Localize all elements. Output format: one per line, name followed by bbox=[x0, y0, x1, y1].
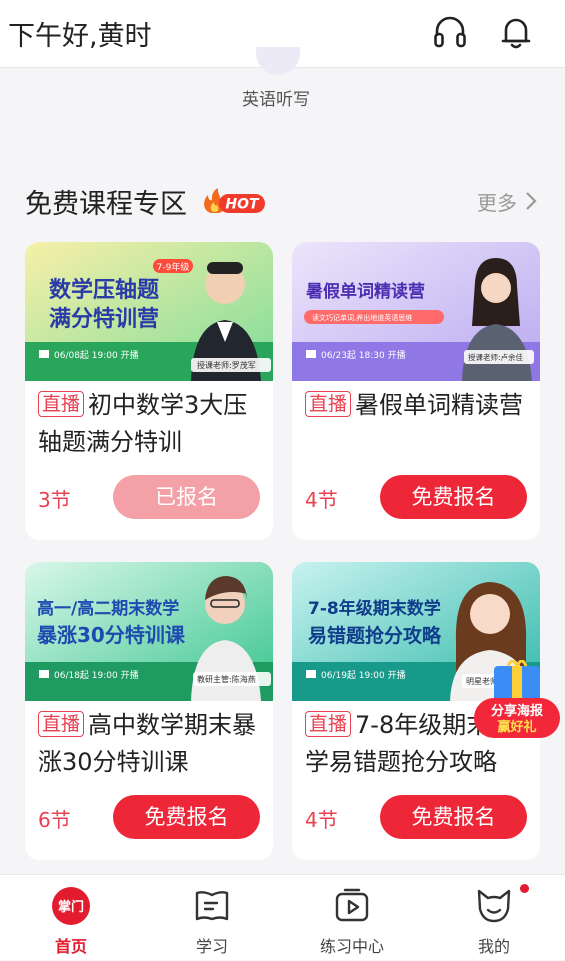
svg-text:数学压轴题: 数学压轴题 bbox=[49, 277, 160, 303]
enrolled-button[interactable]: 已报名 bbox=[113, 475, 260, 519]
tab-label: 我的 bbox=[477, 937, 510, 956]
greeting-text: 下午好,黄时 bbox=[8, 21, 152, 52]
tab-profile[interactable]: 我的 bbox=[444, 875, 544, 961]
section-title: 免费课程专区 bbox=[25, 189, 187, 220]
svg-text:掌门: 掌门 bbox=[58, 899, 84, 915]
svg-text:教研主管:陈海燕: 教研主管:陈海燕 bbox=[197, 674, 256, 684]
live-tag: 直播 bbox=[38, 391, 85, 417]
svg-text:授课老师:罗茂军: 授课老师:罗茂军 bbox=[197, 360, 256, 370]
course-banner[interactable]: 暑假单词精读营 读文巧记单词,养出地道英语思维 授课老师:卢余佳 06/23起 … bbox=[292, 242, 540, 381]
svg-text:06/19起 19:00 开播: 06/19起 19:00 开播 bbox=[321, 669, 406, 681]
svg-text:分享海报: 分享海报 bbox=[491, 703, 544, 719]
course-title[interactable]: 直播 高中数学期末暴涨30分特训课 bbox=[38, 707, 266, 781]
course-title[interactable]: 直播 初中数学3大压轴题满分特训 bbox=[38, 387, 266, 461]
hot-badge: HOT bbox=[204, 188, 265, 213]
svg-text:7-8年级期末数学: 7-8年级期末数学 bbox=[308, 598, 441, 619]
svg-text:7-9年级: 7-9年级 bbox=[157, 261, 190, 273]
lesson-count: 6节 bbox=[38, 808, 71, 832]
course-title[interactable]: 直播 暑假单词精读营 bbox=[305, 387, 533, 424]
more-link[interactable]: 更多 bbox=[477, 187, 517, 216]
live-tag: 直播 bbox=[305, 391, 352, 417]
course-card[interactable]: 高一/高二期末数学 暴涨30分特训课 教研主管:陈海燕 06/18起 19:00… bbox=[25, 562, 273, 860]
svg-text:暑假单词精读营: 暑假单词精读营 bbox=[306, 281, 425, 302]
tab-label: 学习 bbox=[195, 937, 228, 956]
course-banner[interactable]: 高一/高二期末数学 暴涨30分特训课 教研主管:陈海燕 06/18起 19:00… bbox=[25, 562, 273, 701]
live-tag: 直播 bbox=[38, 711, 85, 737]
free-enroll-button[interactable]: 免费报名 bbox=[113, 795, 260, 839]
course-card[interactable]: 暑假单词精读营 读文巧记单词,养出地道英语思维 授课老师:卢余佳 06/23起 … bbox=[292, 242, 540, 540]
svg-text:暴涨30分特训课: 暴涨30分特训课 bbox=[37, 623, 186, 647]
svg-text:满分特训营: 满分特训营 bbox=[49, 306, 159, 332]
free-enroll-button[interactable]: 免费报名 bbox=[380, 475, 527, 519]
svg-text:06/23起 18:30 开播: 06/23起 18:30 开播 bbox=[321, 349, 406, 361]
svg-text:高一/高二期末数学: 高一/高二期末数学 bbox=[37, 598, 179, 619]
live-tag: 直播 bbox=[305, 711, 352, 737]
bottom-tab-bar: 掌门 首页 学习 练习中心 我的 bbox=[0, 874, 565, 960]
tab-label: 首页 bbox=[54, 937, 87, 956]
free-enroll-button[interactable]: 免费报名 bbox=[380, 795, 527, 839]
svg-text:授课老师:卢余佳: 授课老师:卢余佳 bbox=[468, 352, 524, 362]
cat-face-icon bbox=[477, 889, 511, 923]
chevron-right-icon[interactable] bbox=[524, 190, 538, 212]
book-icon bbox=[195, 891, 229, 921]
tab-label: 练习中心 bbox=[319, 937, 384, 956]
svg-text:赢好礼: 赢好礼 bbox=[497, 719, 536, 735]
dictation-label: 英语听写 bbox=[242, 90, 310, 110]
tab-study[interactable]: 学习 bbox=[162, 875, 262, 961]
headset-icon[interactable] bbox=[432, 14, 468, 50]
lesson-count: 4节 bbox=[305, 808, 338, 832]
share-poster-badge[interactable]: 分享海报 赢好礼 bbox=[472, 660, 562, 742]
bell-icon[interactable] bbox=[498, 14, 534, 50]
play-video-icon bbox=[335, 888, 369, 922]
dictation-icon bbox=[256, 47, 300, 75]
home-logo-icon: 掌门 bbox=[52, 887, 90, 925]
tab-practice-center[interactable]: 练习中心 bbox=[302, 875, 402, 961]
svg-text:06/18起 19:00 开播: 06/18起 19:00 开播 bbox=[54, 669, 139, 681]
svg-text:HOT: HOT bbox=[225, 197, 260, 213]
svg-text:读文巧记单词,养出地道英语思维: 读文巧记单词,养出地道英语思维 bbox=[312, 313, 412, 322]
svg-text:易错题抢分攻略: 易错题抢分攻略 bbox=[308, 624, 442, 647]
lesson-count: 4节 bbox=[305, 488, 338, 512]
english-dictation-shortcut[interactable]: 英语听写 bbox=[200, 47, 350, 117]
lesson-count: 3节 bbox=[38, 488, 71, 512]
notification-dot bbox=[520, 884, 529, 893]
course-card[interactable]: 7-9年级 数学压轴题 满分特训营 授课老师:罗茂军 06/08起 19:00 … bbox=[25, 242, 273, 540]
tab-home[interactable]: 掌门 首页 bbox=[21, 875, 121, 961]
course-banner[interactable]: 7-9年级 数学压轴题 满分特训营 授课老师:罗茂军 06/08起 19:00 … bbox=[25, 242, 273, 381]
svg-text:06/08起 19:00 开播: 06/08起 19:00 开播 bbox=[54, 349, 139, 361]
